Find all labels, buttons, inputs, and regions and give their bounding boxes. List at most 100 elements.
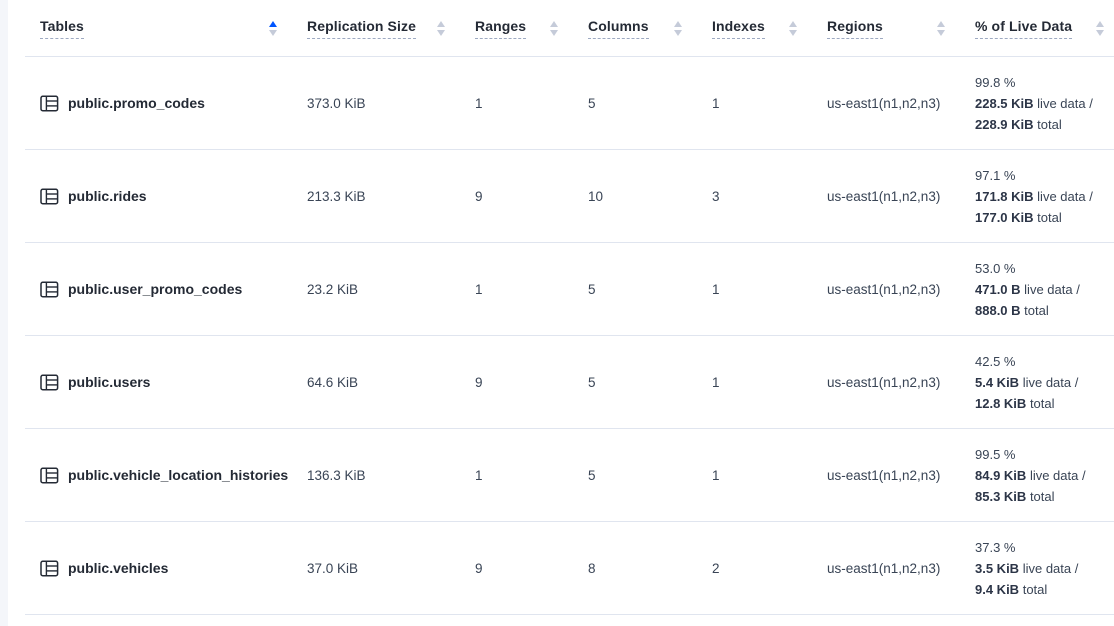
table-icon: [40, 374, 59, 391]
live-data-cell: 53.0 % 471.0 B live data / 888.0 B total: [975, 258, 1114, 321]
sort-icon-active-asc: [269, 21, 277, 36]
ranges-cell: 1: [475, 468, 588, 483]
live-data-line: 3.5 KiB live data /: [975, 558, 1110, 579]
column-header-label: Replication Size: [307, 18, 416, 39]
indexes-cell: 3: [712, 189, 827, 204]
live-data-cell: 37.3 % 3.5 KiB live data / 9.4 KiB total: [975, 537, 1114, 600]
column-header-ranges[interactable]: Ranges: [475, 0, 588, 56]
live-data-percent: 53.0 %: [975, 258, 1110, 279]
indexes-cell: 2: [712, 561, 827, 576]
regions-cell: us-east1(n1,n2,n3): [827, 189, 975, 204]
regions-cell: us-east1(n1,n2,n3): [827, 282, 975, 297]
columns-cell: 5: [588, 96, 712, 111]
live-data-percent: 42.5 %: [975, 351, 1110, 372]
replication-size-cell: 37.0 KiB: [307, 561, 475, 576]
tables-table: Tables Replication Size Ranges Columns I…: [25, 0, 1114, 615]
column-header-live-data[interactable]: % of Live Data: [975, 0, 1114, 56]
columns-cell: 5: [588, 375, 712, 390]
indexes-cell: 1: [712, 282, 827, 297]
live-data-line: 171.8 KiB live data /: [975, 186, 1110, 207]
ranges-cell: 9: [475, 561, 588, 576]
sort-icon: [550, 21, 558, 36]
sort-icon: [937, 21, 945, 36]
ranges-cell: 1: [475, 282, 588, 297]
table-name-cell: public.user_promo_codes: [25, 281, 307, 298]
table-row: public.promo_codes 373.0 KiB 1 5 1 us-ea…: [25, 57, 1114, 150]
table-icon: [40, 281, 59, 298]
regions-cell: us-east1(n1,n2,n3): [827, 468, 975, 483]
sort-icon: [437, 21, 445, 36]
column-header-columns[interactable]: Columns: [588, 0, 712, 56]
table-name-cell: public.vehicle_location_histories: [25, 467, 307, 484]
replication-size-cell: 23.2 KiB: [307, 282, 475, 297]
total-data-line: 888.0 B total: [975, 300, 1110, 321]
regions-cell: us-east1(n1,n2,n3): [827, 96, 975, 111]
live-data-percent: 97.1 %: [975, 165, 1110, 186]
table-icon: [40, 560, 59, 577]
column-header-label: Indexes: [712, 18, 765, 39]
replication-size-cell: 373.0 KiB: [307, 96, 475, 111]
replication-size-cell: 64.6 KiB: [307, 375, 475, 390]
live-data-line: 5.4 KiB live data /: [975, 372, 1110, 393]
total-data-line: 9.4 KiB total: [975, 579, 1110, 600]
table-name-link[interactable]: public.promo_codes: [68, 95, 205, 111]
replication-size-cell: 136.3 KiB: [307, 468, 475, 483]
table-name-cell: public.vehicles: [25, 560, 307, 577]
table-name-link[interactable]: public.vehicles: [68, 560, 168, 576]
sort-icon: [789, 21, 797, 36]
column-header-replication-size[interactable]: Replication Size: [307, 0, 475, 56]
column-header-label: Regions: [827, 18, 883, 39]
table-icon: [40, 188, 59, 205]
live-data-cell: 99.5 % 84.9 KiB live data / 85.3 KiB tot…: [975, 444, 1114, 507]
table-icon: [40, 467, 59, 484]
columns-cell: 5: [588, 468, 712, 483]
column-header-label: % of Live Data: [975, 18, 1072, 39]
sort-icon: [1096, 21, 1104, 36]
columns-cell: 8: [588, 561, 712, 576]
table-name-link[interactable]: public.vehicle_location_histories: [68, 467, 288, 483]
column-header-label: Ranges: [475, 18, 526, 39]
ranges-cell: 9: [475, 375, 588, 390]
table-name-cell: public.users: [25, 374, 307, 391]
table-header-row: Tables Replication Size Ranges Columns I…: [25, 0, 1114, 57]
live-data-cell: 99.8 % 228.5 KiB live data / 228.9 KiB t…: [975, 72, 1114, 135]
regions-cell: us-east1(n1,n2,n3): [827, 561, 975, 576]
table-row: public.vehicles 37.0 KiB 9 8 2 us-east1(…: [25, 522, 1114, 615]
total-data-line: 12.8 KiB total: [975, 393, 1110, 414]
table-name-cell: public.rides: [25, 188, 307, 205]
regions-cell: us-east1(n1,n2,n3): [827, 375, 975, 390]
indexes-cell: 1: [712, 96, 827, 111]
column-header-label: Columns: [588, 18, 649, 39]
columns-cell: 10: [588, 189, 712, 204]
total-data-line: 85.3 KiB total: [975, 486, 1110, 507]
live-data-cell: 42.5 % 5.4 KiB live data / 12.8 KiB tota…: [975, 351, 1114, 414]
column-header-indexes[interactable]: Indexes: [712, 0, 827, 56]
table-row: public.rides 213.3 KiB 9 10 3 us-east1(n…: [25, 150, 1114, 243]
page-left-gutter: [0, 0, 8, 626]
column-header-label: Tables: [40, 18, 84, 39]
live-data-cell: 97.1 % 171.8 KiB live data / 177.0 KiB t…: [975, 165, 1114, 228]
ranges-cell: 1: [475, 96, 588, 111]
ranges-cell: 9: [475, 189, 588, 204]
replication-size-cell: 213.3 KiB: [307, 189, 475, 204]
column-header-tables[interactable]: Tables: [25, 0, 307, 56]
table-name-cell: public.promo_codes: [25, 95, 307, 112]
live-data-percent: 99.5 %: [975, 444, 1110, 465]
live-data-line: 84.9 KiB live data /: [975, 465, 1110, 486]
table-name-link[interactable]: public.user_promo_codes: [68, 281, 242, 297]
sort-icon: [674, 21, 682, 36]
table-name-link[interactable]: public.users: [68, 374, 150, 390]
indexes-cell: 1: [712, 375, 827, 390]
indexes-cell: 1: [712, 468, 827, 483]
column-header-regions[interactable]: Regions: [827, 0, 975, 56]
table-row: public.user_promo_codes 23.2 KiB 1 5 1 u…: [25, 243, 1114, 336]
table-row: public.vehicle_location_histories 136.3 …: [25, 429, 1114, 522]
columns-cell: 5: [588, 282, 712, 297]
live-data-line: 471.0 B live data /: [975, 279, 1110, 300]
live-data-percent: 37.3 %: [975, 537, 1110, 558]
live-data-line: 228.5 KiB live data /: [975, 93, 1110, 114]
total-data-line: 228.9 KiB total: [975, 114, 1110, 135]
table-icon: [40, 95, 59, 112]
table-name-link[interactable]: public.rides: [68, 188, 147, 204]
table-row: public.users 64.6 KiB 9 5 1 us-east1(n1,…: [25, 336, 1114, 429]
